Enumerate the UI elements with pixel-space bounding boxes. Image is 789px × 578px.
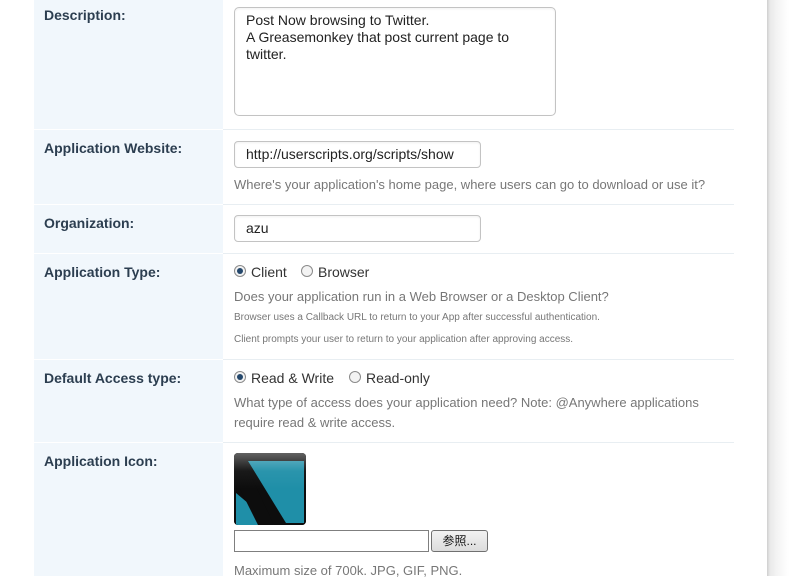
label-divider: [34, 129, 223, 130]
label-divider: [34, 204, 223, 205]
icon-label: Application Icon:: [44, 453, 158, 469]
radio-read-only-label[interactable]: Read-only: [366, 370, 430, 386]
description-textarea[interactable]: Post Now browsing to Twitter. A Greasemo…: [234, 7, 556, 116]
app-type-label: Application Type:: [44, 264, 161, 280]
settings-form: Description: Post Now browsing to Twitte…: [34, 0, 767, 578]
radio-read-write[interactable]: [234, 371, 246, 383]
access-hint-line1: What type of access does your applicatio…: [234, 395, 699, 410]
website-label: Application Website:: [44, 140, 183, 156]
description-label: Description:: [44, 7, 126, 23]
organization-label: Organization:: [44, 215, 135, 231]
organization-input[interactable]: azu: [234, 215, 481, 242]
radio-client-label[interactable]: Client: [251, 264, 287, 280]
browse-button[interactable]: 参照...: [431, 530, 488, 552]
label-column: [34, 0, 223, 576]
radio-browser-label[interactable]: Browser: [318, 264, 369, 280]
app-type-note-client: Client prompts your user to return to yo…: [234, 334, 574, 345]
label-divider: [34, 253, 223, 254]
radio-client[interactable]: [234, 265, 246, 277]
access-hint-line2: require read & write access.: [234, 415, 396, 430]
radio-browser[interactable]: [301, 265, 313, 277]
access-label: Default Access type:: [44, 370, 182, 386]
website-hint: Where's your application's home page, wh…: [234, 177, 706, 192]
website-input[interactable]: http://userscripts.org/scripts/show: [234, 141, 481, 168]
radio-read-only[interactable]: [349, 371, 361, 383]
app-type-note-browser: Browser uses a Callback URL to return to…: [234, 312, 600, 323]
label-divider: [34, 359, 223, 360]
app-icon-graphic: [234, 453, 306, 525]
radio-read-write-label[interactable]: Read & Write: [251, 370, 334, 386]
app-type-hint: Does your application run in a Web Brows…: [234, 289, 609, 304]
page-shadow: [767, 0, 789, 576]
page-margin: [0, 0, 34, 576]
app-icon-image: [234, 453, 306, 525]
icon-file-field[interactable]: [234, 530, 429, 552]
label-divider: [34, 442, 223, 443]
